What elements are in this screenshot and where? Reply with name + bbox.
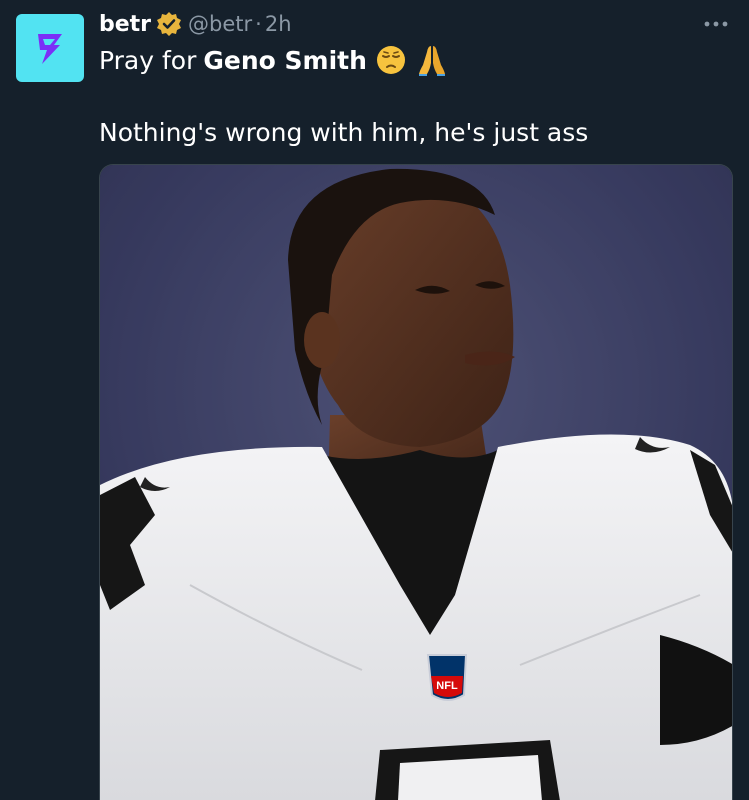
verified-badge-icon	[156, 11, 182, 37]
tweet-media-photo[interactable]: NFL	[99, 164, 733, 800]
separator-dot: ·	[255, 12, 262, 36]
player-photo: NFL	[100, 165, 732, 800]
avatar[interactable]	[16, 14, 84, 82]
tweet-text-line1: Pray for Geno Smith	[99, 42, 449, 78]
nfl-shield-icon: NFL	[426, 654, 468, 701]
tweet-text-prefix: Pray for	[99, 45, 197, 75]
folded-hands-icon	[415, 43, 449, 77]
tweet-text-line2: Nothing's wrong with him, he's just ass	[99, 117, 589, 147]
timestamp[interactable]: 2h	[265, 12, 292, 36]
tweet-card[interactable]: betr @betr · 2h Pray for Geno Smith Noth…	[0, 0, 749, 800]
display-name[interactable]: betr	[99, 12, 151, 37]
user-handle[interactable]: @betr	[188, 12, 252, 36]
tweet-header: betr @betr · 2h	[99, 8, 292, 40]
more-options-icon[interactable]	[701, 12, 731, 36]
nfl-badge-text: NFL	[436, 680, 458, 692]
pensive-face-icon	[375, 44, 407, 76]
tweet-text-bold-name: Geno Smith	[203, 45, 367, 75]
betr-logo-icon	[38, 34, 62, 64]
